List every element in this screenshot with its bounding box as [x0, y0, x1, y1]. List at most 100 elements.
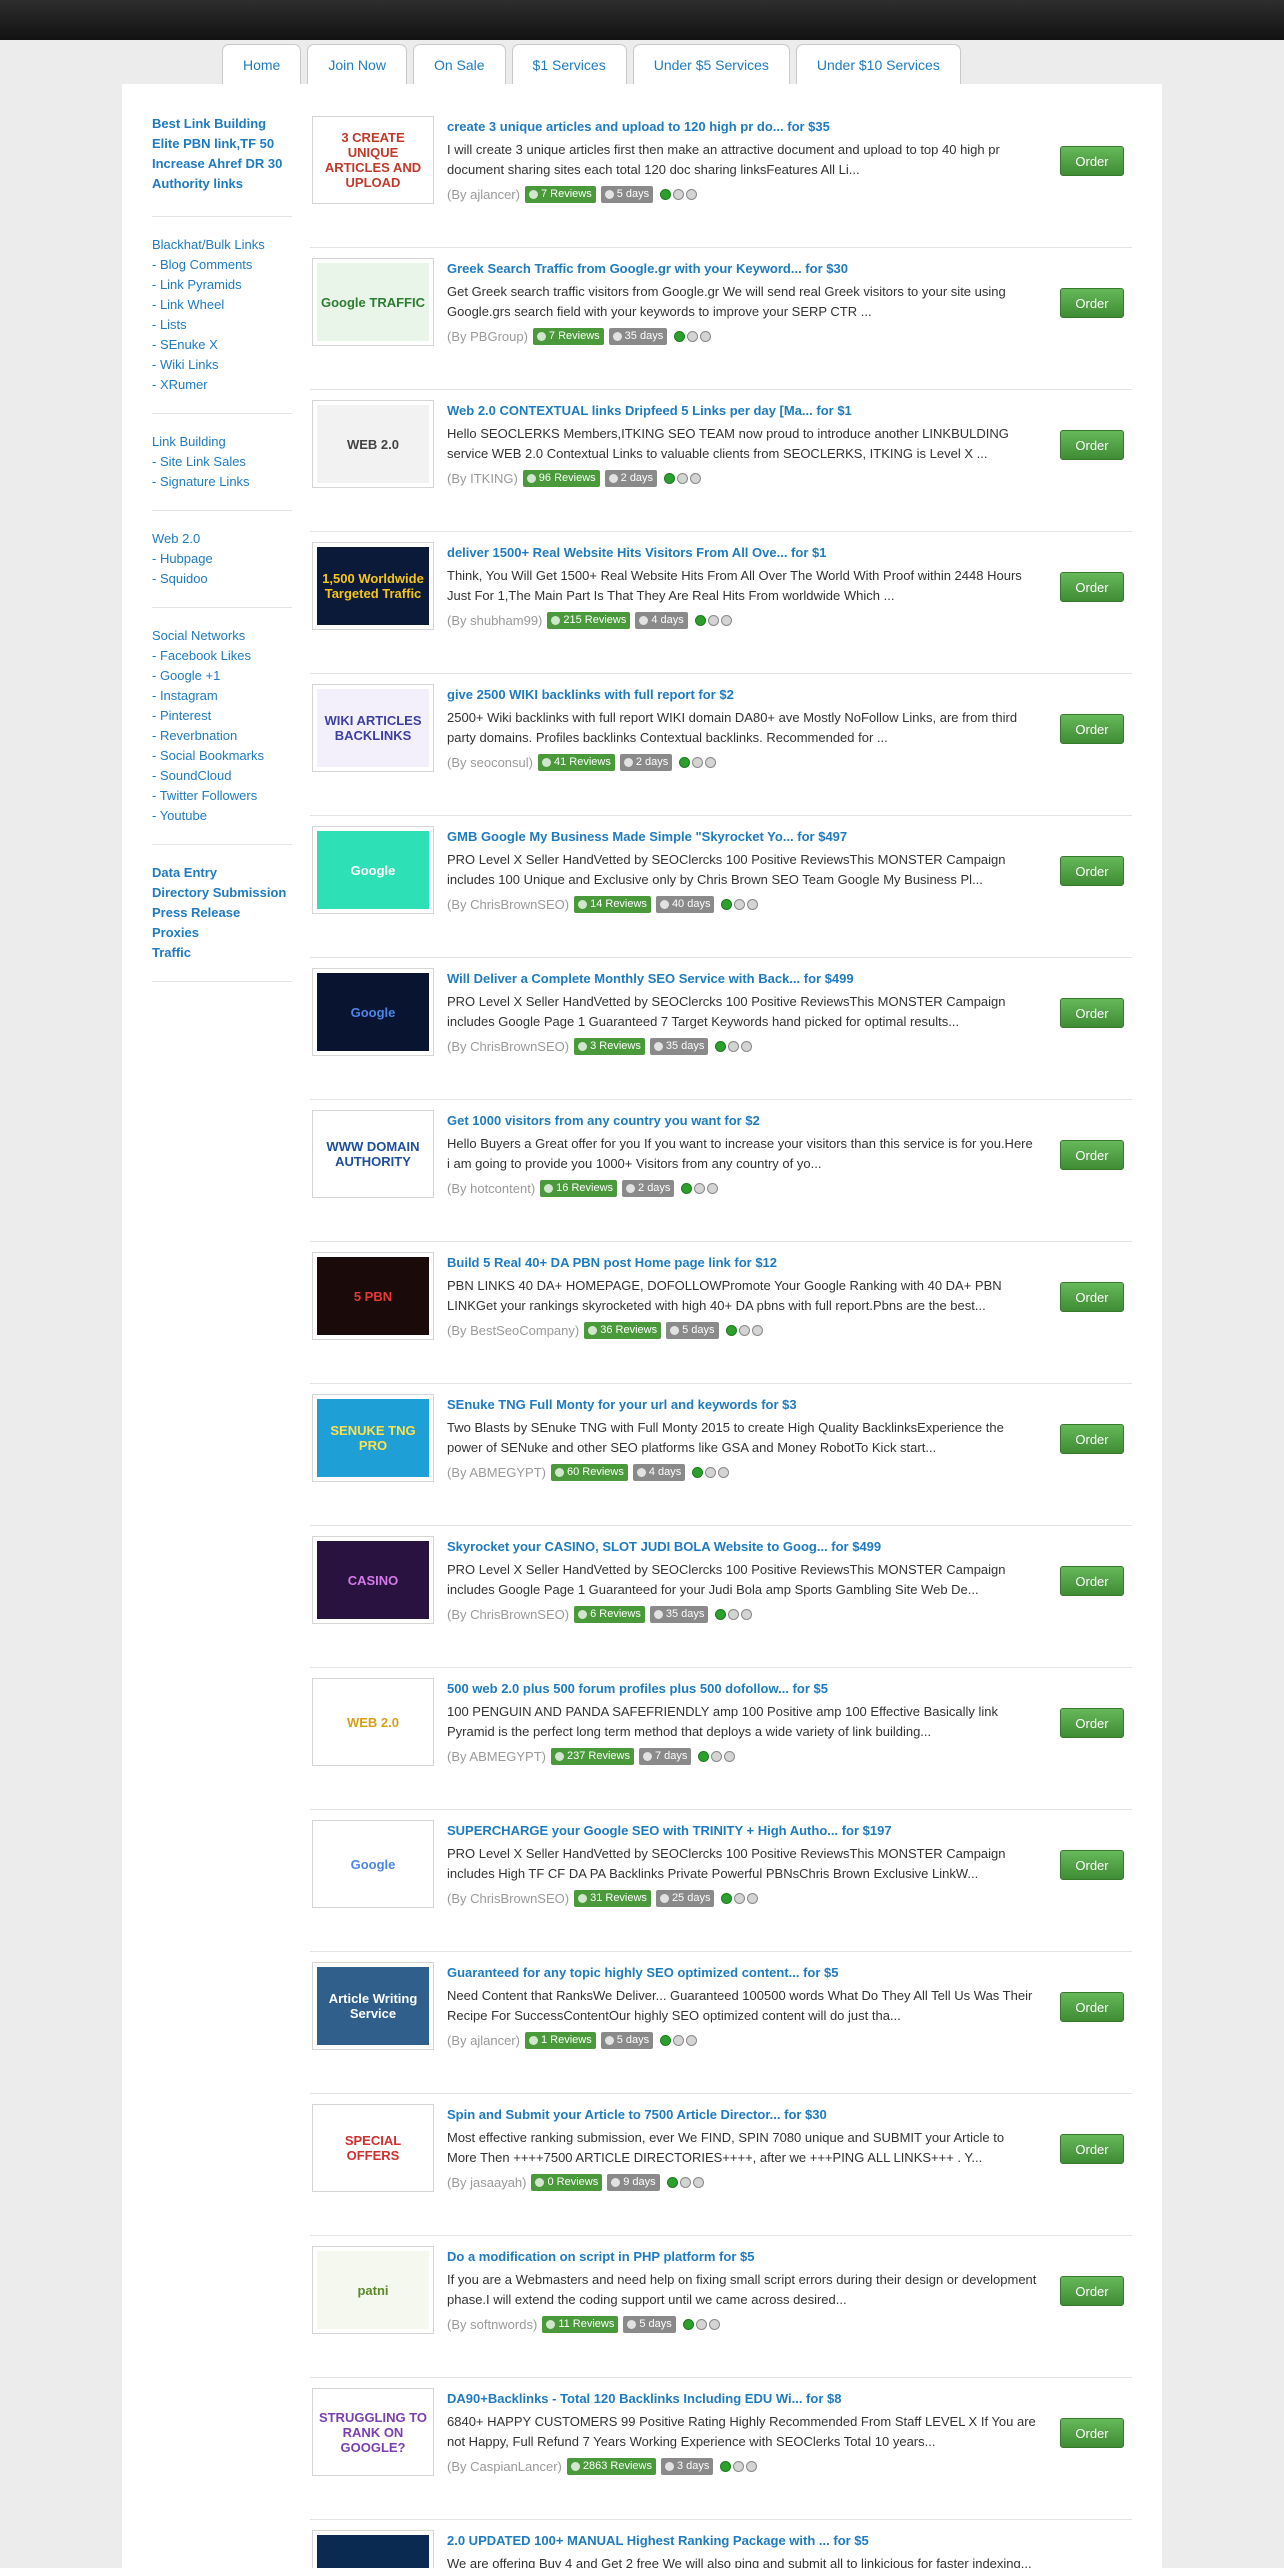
sidebar-category-link[interactable]: Traffic: [152, 943, 292, 963]
order-button[interactable]: Order: [1060, 2134, 1124, 2164]
sidebar-item-link[interactable]: - Wiki Links: [152, 355, 292, 375]
seller-name-link[interactable]: (By shubham99): [447, 613, 542, 628]
sidebar-item-link[interactable]: - Google +1: [152, 666, 292, 686]
service-thumbnail[interactable]: 3 CREATE UNIQUE ARTICLES AND UPLOAD: [312, 116, 434, 204]
order-button[interactable]: Order: [1060, 430, 1124, 460]
seller-name-link[interactable]: (By CaspianLancer): [447, 2459, 562, 2474]
sidebar-item-link[interactable]: - Lists: [152, 315, 292, 335]
service-thumbnail[interactable]: 1,500 Worldwide Targeted Traffic: [312, 542, 434, 630]
tab-under-10-services[interactable]: Under $10 Services: [795, 44, 961, 84]
seller-name-link[interactable]: (By ABMEGYPT): [447, 1749, 546, 1764]
service-title-link[interactable]: Spin and Submit your Article to 7500 Art…: [447, 2106, 1037, 2124]
sidebar-item-link[interactable]: - Pinterest: [152, 706, 292, 726]
sidebar-promo-link[interactable]: Best Link Building Elite PBN link,TF 50 …: [152, 114, 292, 194]
seller-name-link[interactable]: (By jasaayah): [447, 2175, 526, 2190]
service-title-link[interactable]: GMB Google My Business Made Simple "Skyr…: [447, 828, 1037, 846]
service-thumbnail[interactable]: SENUKE TNG PRO: [312, 1394, 434, 1482]
service-title-link[interactable]: give 2500 WIKI backlinks with full repor…: [447, 686, 1037, 704]
service-title-link[interactable]: SEnuke TNG Full Monty for your url and k…: [447, 1396, 1037, 1414]
order-button[interactable]: Order: [1060, 1850, 1124, 1880]
tab-under-5-services[interactable]: Under $5 Services: [632, 44, 790, 84]
service-thumbnail[interactable]: STRUGGLING TO RANK ON GOOGLE?: [312, 2388, 434, 2476]
order-button[interactable]: Order: [1060, 2418, 1124, 2448]
sidebar-item-link[interactable]: - Blog Comments: [152, 255, 292, 275]
service-title-link[interactable]: Do a modification on script in PHP platf…: [447, 2248, 1037, 2266]
order-button[interactable]: Order: [1060, 146, 1124, 176]
service-title-link[interactable]: create 3 unique articles and upload to 1…: [447, 118, 1037, 136]
service-thumbnail[interactable]: WEB 2.0: [312, 1678, 434, 1766]
sidebar-item-link[interactable]: - Youtube: [152, 806, 292, 826]
sidebar-item-link[interactable]: - Link Wheel: [152, 295, 292, 315]
service-title-link[interactable]: Skyrocket your CASINO, SLOT JUDI BOLA We…: [447, 1538, 1037, 1556]
tab-join-now[interactable]: Join Now: [307, 44, 407, 84]
service-thumbnail[interactable]: Google: [312, 968, 434, 1056]
service-thumbnail[interactable]: Google TRAFFIC: [312, 258, 434, 346]
service-title-link[interactable]: Greek Search Traffic from Google.gr with…: [447, 260, 1037, 278]
sidebar-item-link[interactable]: - SEnuke X: [152, 335, 292, 355]
service-thumbnail[interactable]: WWW DOMAIN AUTHORITY: [312, 1110, 434, 1198]
tab-1-dollar-services[interactable]: $1 Services: [511, 44, 627, 84]
tab-on-sale[interactable]: On Sale: [412, 44, 506, 84]
service-thumbnail[interactable]: SPECIAL OFFERS: [312, 2104, 434, 2192]
order-button[interactable]: Order: [1060, 2276, 1124, 2306]
sidebar-item-link[interactable]: - Facebook Likes: [152, 646, 292, 666]
service-thumbnail[interactable]: WEB 2.0: [312, 400, 434, 488]
service-title-link[interactable]: 2.0 UPDATED 100+ MANUAL Highest Ranking …: [447, 2532, 1037, 2550]
sidebar-category-link[interactable]: Social Networks: [152, 626, 292, 646]
order-button[interactable]: Order: [1060, 1708, 1124, 1738]
service-thumbnail[interactable]: Article Writing Service: [312, 1962, 434, 2050]
order-button[interactable]: Order: [1060, 1566, 1124, 1596]
service-thumbnail[interactable]: 5 PBN: [312, 1252, 434, 1340]
service-thumbnail[interactable]: 100+: [312, 2530, 434, 2568]
service-thumbnail[interactable]: CASINO: [312, 1536, 434, 1624]
service-thumbnail[interactable]: Google: [312, 826, 434, 914]
seller-name-link[interactable]: (By ChrisBrownSEO): [447, 1039, 569, 1054]
order-button[interactable]: Order: [1060, 1282, 1124, 1312]
service-title-link[interactable]: Guaranteed for any topic highly SEO opti…: [447, 1964, 1037, 1982]
order-button[interactable]: Order: [1060, 1424, 1124, 1454]
sidebar-item-link[interactable]: - Instagram: [152, 686, 292, 706]
seller-name-link[interactable]: (By ABMEGYPT): [447, 1465, 546, 1480]
sidebar-item-link[interactable]: - Social Bookmarks: [152, 746, 292, 766]
service-thumbnail[interactable]: Google: [312, 1820, 434, 1908]
sidebar-item-link[interactable]: - Reverbnation: [152, 726, 292, 746]
seller-name-link[interactable]: (By BestSeoCompany): [447, 1323, 579, 1338]
sidebar-item-link[interactable]: - XRumer: [152, 375, 292, 395]
seller-name-link[interactable]: (By ajlancer): [447, 187, 520, 202]
service-title-link[interactable]: Build 5 Real 40+ DA PBN post Home page l…: [447, 1254, 1037, 1272]
sidebar-category-link[interactable]: Directory Submission: [152, 883, 292, 903]
order-button[interactable]: Order: [1060, 1140, 1124, 1170]
seller-name-link[interactable]: (By ITKING): [447, 471, 518, 486]
sidebar-category-link[interactable]: Link Building: [152, 432, 292, 452]
service-thumbnail[interactable]: WIKI ARTICLES BACKLINKS: [312, 684, 434, 772]
sidebar-item-link[interactable]: - Site Link Sales: [152, 452, 292, 472]
service-title-link[interactable]: Get 1000 visitors from any country you w…: [447, 1112, 1037, 1130]
service-title-link[interactable]: Will Deliver a Complete Monthly SEO Serv…: [447, 970, 1037, 988]
sidebar-category-link[interactable]: Proxies: [152, 923, 292, 943]
service-title-link[interactable]: SUPERCHARGE your Google SEO with TRINITY…: [447, 1822, 1037, 1840]
service-title-link[interactable]: deliver 1500+ Real Website Hits Visitors…: [447, 544, 1037, 562]
seller-name-link[interactable]: (By ChrisBrownSEO): [447, 1891, 569, 1906]
sidebar-category-link[interactable]: Press Release: [152, 903, 292, 923]
sidebar-item-link[interactable]: - SoundCloud: [152, 766, 292, 786]
seller-name-link[interactable]: (By PBGroup): [447, 329, 528, 344]
order-button[interactable]: Order: [1060, 572, 1124, 602]
seller-name-link[interactable]: (By ChrisBrownSEO): [447, 1607, 569, 1622]
seller-name-link[interactable]: (By hotcontent): [447, 1181, 535, 1196]
service-title-link[interactable]: Web 2.0 CONTEXTUAL links Dripfeed 5 Link…: [447, 402, 1037, 420]
service-thumbnail[interactable]: patni: [312, 2246, 434, 2334]
sidebar-item-link[interactable]: - Link Pyramids: [152, 275, 292, 295]
order-button[interactable]: Order: [1060, 998, 1124, 1028]
seller-name-link[interactable]: (By ajlancer): [447, 2033, 520, 2048]
sidebar-item-link[interactable]: - Squidoo: [152, 569, 292, 589]
seller-name-link[interactable]: (By ChrisBrownSEO): [447, 897, 569, 912]
service-title-link[interactable]: DA90+Backlinks - Total 120 Backlinks Inc…: [447, 2390, 1037, 2408]
seller-name-link[interactable]: (By softnwords): [447, 2317, 537, 2332]
service-title-link[interactable]: 500 web 2.0 plus 500 forum profiles plus…: [447, 1680, 1037, 1698]
order-button[interactable]: Order: [1060, 856, 1124, 886]
sidebar-category-link[interactable]: Blackhat/Bulk Links: [152, 235, 292, 255]
seller-name-link[interactable]: (By seoconsul): [447, 755, 533, 770]
order-button[interactable]: Order: [1060, 288, 1124, 318]
order-button[interactable]: Order: [1060, 1992, 1124, 2022]
sidebar-category-link[interactable]: Web 2.0: [152, 529, 292, 549]
